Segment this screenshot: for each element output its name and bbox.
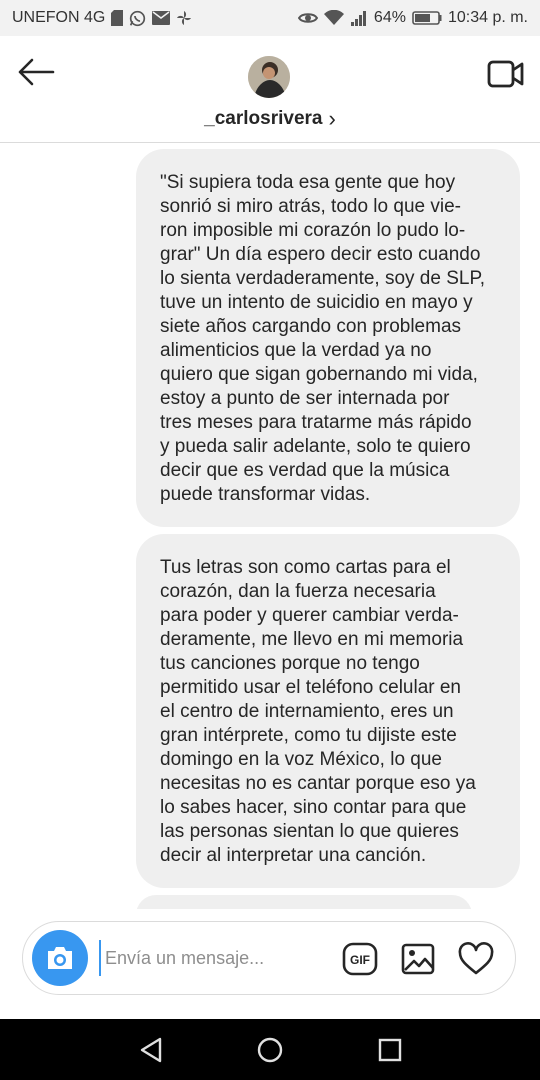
username-link[interactable]: _carlosrivera › xyxy=(0,106,540,132)
message-bubble[interactable]: Tus letras son como cartas para el coraz… xyxy=(136,534,520,888)
heart-icon xyxy=(458,942,494,975)
whatsapp-icon xyxy=(129,10,146,27)
signal-icon xyxy=(350,10,368,26)
battery-percent: 64% xyxy=(373,9,406,26)
video-camera-icon xyxy=(487,60,524,88)
wifi-icon xyxy=(323,10,344,26)
username: _carlosrivera xyxy=(204,108,323,129)
mail-icon xyxy=(152,11,171,25)
nav-home-button[interactable] xyxy=(253,1033,287,1067)
message-input[interactable] xyxy=(99,940,325,976)
carrier-label: UNEFON 4G xyxy=(12,9,106,26)
system-nav-bar xyxy=(0,1019,540,1080)
clock: 10:34 p. m. xyxy=(447,9,528,26)
back-button[interactable] xyxy=(14,52,58,92)
camera-icon xyxy=(48,947,72,969)
status-left: UNEFON 4G xyxy=(12,0,192,36)
gif-icon: GIF xyxy=(342,942,378,976)
pinwheel-icon xyxy=(176,10,192,26)
chevron-right-icon: › xyxy=(328,106,336,131)
status-right: 64% 10:34 p. m. xyxy=(297,0,528,36)
camera-button[interactable] xyxy=(32,930,88,986)
image-icon xyxy=(401,943,435,975)
message-composer: GIF xyxy=(22,921,516,995)
avatar[interactable] xyxy=(248,56,290,98)
gallery-button[interactable] xyxy=(399,940,437,978)
nav-back-button[interactable] xyxy=(134,1033,168,1067)
battery-icon xyxy=(412,11,442,25)
like-button[interactable] xyxy=(455,938,497,980)
status-bar: UNEFON 4G 64% 10:34 p. m. xyxy=(0,0,540,36)
composer-area: GIF xyxy=(0,909,540,1019)
gif-button[interactable]: GIF xyxy=(341,940,379,978)
message-bubble[interactable]: "Si supiera toda esa gente que hoy sonri… xyxy=(136,149,520,527)
recents-square-icon xyxy=(378,1038,402,1062)
sd-card-icon xyxy=(111,10,124,26)
message-thread[interactable]: "Si supiera toda esa gente que hoy sonri… xyxy=(0,143,540,909)
eye-icon xyxy=(297,11,318,25)
message-bubble-partial[interactable] xyxy=(136,895,472,909)
video-call-button[interactable] xyxy=(484,54,528,94)
chat-header: _carlosrivera › xyxy=(0,36,540,143)
home-circle-icon xyxy=(257,1037,283,1063)
back-triangle-icon xyxy=(140,1037,162,1063)
nav-recents-button[interactable] xyxy=(373,1033,407,1067)
gif-label: GIF xyxy=(350,953,370,967)
arrow-left-icon xyxy=(18,58,55,86)
